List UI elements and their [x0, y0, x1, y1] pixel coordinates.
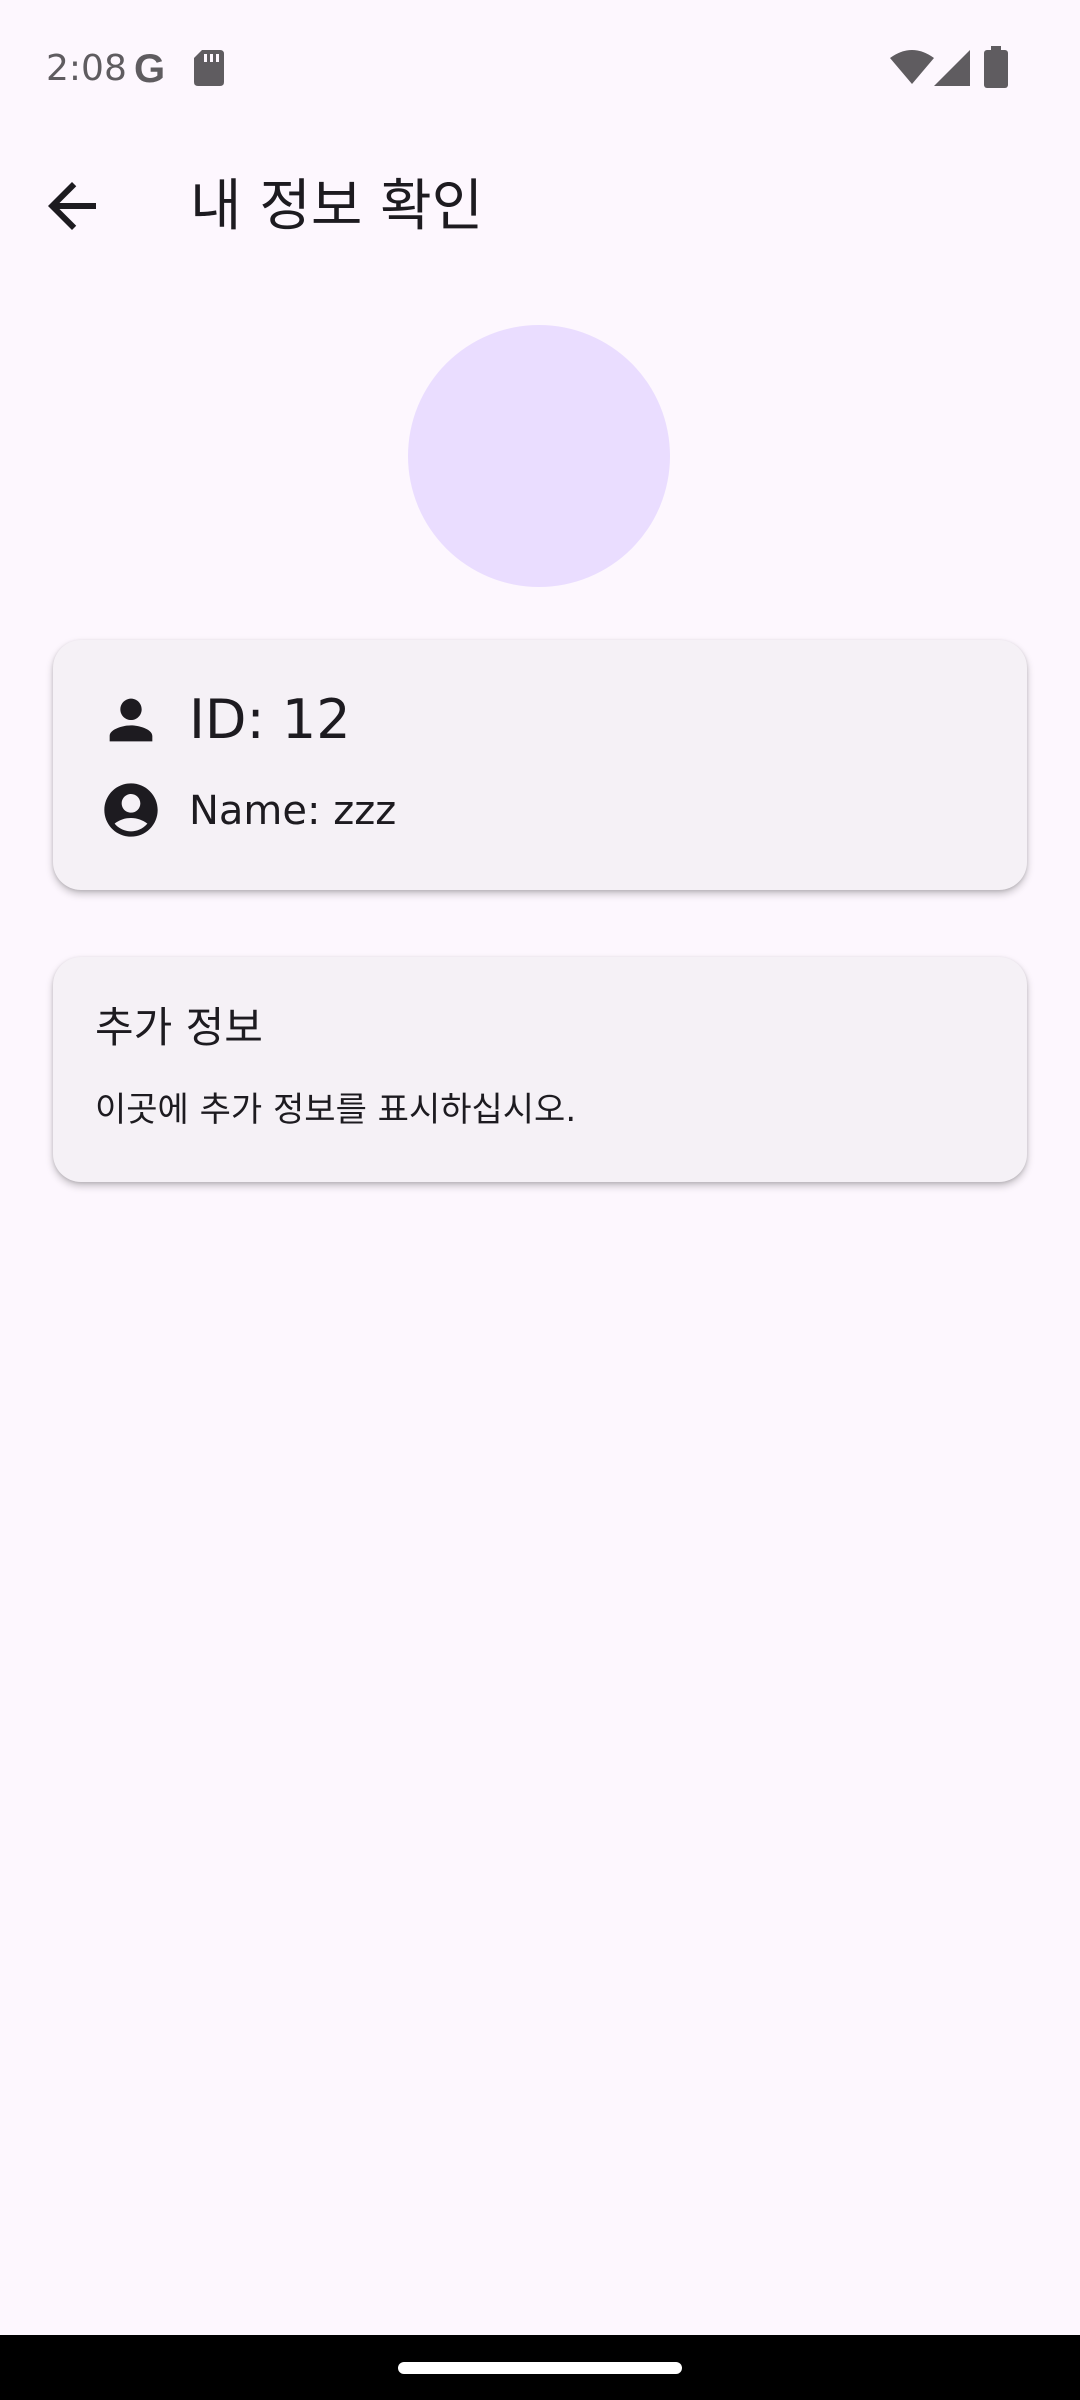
extra-info-body: 이곳에 추가 정보를 표시하십시오.	[95, 1090, 577, 1130]
user-info-card: ID: 12 Name: zzz	[53, 640, 1027, 890]
back-button[interactable]	[36, 170, 108, 242]
home-gesture-handle[interactable]	[398, 2362, 682, 2374]
name-row: Name: zzz	[53, 770, 1027, 850]
status-time: 2:08	[46, 48, 127, 89]
battery-icon	[984, 46, 1008, 88]
wifi-icon	[890, 50, 934, 84]
sd-card-icon	[194, 50, 224, 86]
avatar	[408, 325, 670, 587]
screen: 2:08 G 내 정보 확인 ID: 12 Name: zzz 추가 정보 이곳…	[0, 0, 1080, 2400]
extra-info-card: 추가 정보 이곳에 추가 정보를 표시하십시오.	[53, 957, 1027, 1182]
status-bar: 2:08 G	[0, 0, 1080, 136]
extra-info-title: 추가 정보	[95, 1003, 263, 1052]
signal-icon	[934, 50, 970, 86]
google-icon: G	[134, 47, 166, 91]
user-name-text: Name: zzz	[189, 788, 397, 834]
app-bar: 내 정보 확인	[0, 136, 1080, 276]
arrow-back-icon	[48, 182, 96, 230]
person-icon	[99, 688, 163, 752]
account-circle-icon	[99, 778, 163, 842]
page-title: 내 정보 확인	[190, 174, 484, 239]
user-id-text: ID: 12	[189, 688, 351, 751]
id-row: ID: 12	[53, 680, 1027, 760]
navigation-bar	[0, 2335, 1080, 2400]
